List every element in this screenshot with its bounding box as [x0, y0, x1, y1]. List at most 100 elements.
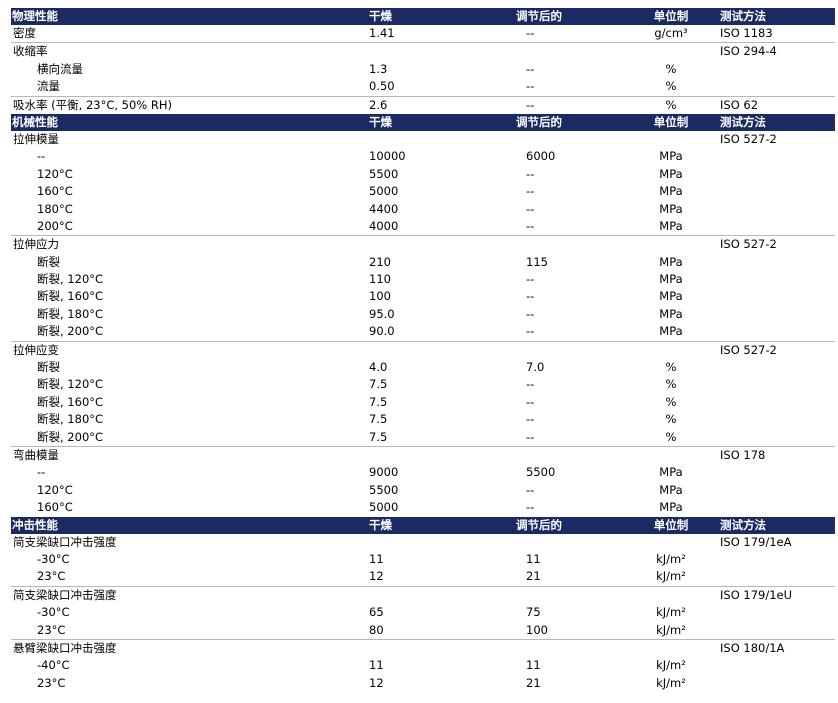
cell-method: ISO 527-2	[720, 131, 777, 146]
cell-cond: --	[526, 377, 535, 392]
table-row: 23°C 80 100 kJ/m²	[11, 622, 835, 639]
cell-cond: 5500	[526, 465, 556, 480]
section-header: 冲击性能 干燥 调节后的 单位制 测试方法	[11, 516, 835, 534]
cell-unit: MPa	[659, 306, 683, 321]
cell-unit: %	[665, 377, 677, 392]
table-row: 160°C 5000 -- MPa	[11, 183, 835, 200]
cell-dry: 1.3	[369, 61, 388, 76]
cell-dry: 90.0	[369, 324, 395, 339]
cell-cond: --	[526, 482, 535, 497]
cell-name: -40°C	[37, 658, 70, 673]
header-unit: 单位制	[653, 9, 689, 23]
cell-name: 200°C	[37, 218, 73, 233]
cell-dry: 12	[369, 569, 384, 584]
cell-cond: --	[526, 166, 535, 181]
cell-dry: 65	[369, 605, 384, 620]
cell-cond: 6000	[526, 149, 556, 164]
cell-unit: kJ/m²	[656, 658, 686, 673]
table-row: 160°C 5000 -- MPa	[11, 499, 835, 516]
cell-cond: --	[526, 79, 535, 94]
cell-dry: 1.41	[369, 26, 395, 40]
header-method: 测试方法	[720, 517, 766, 532]
cell-name: 180°C	[37, 201, 73, 216]
cell-dry: 11	[369, 551, 384, 566]
cell-unit: MPa	[659, 324, 683, 339]
cell-name: 断裂, 160°C	[37, 289, 104, 304]
cell-unit: %	[665, 97, 677, 112]
header-cond: 调节后的	[516, 9, 562, 23]
section-header: 机械性能 干燥 调节后的 单位制 测试方法	[11, 113, 835, 131]
cell-name: -30°C	[37, 551, 70, 566]
cell-unit: kJ/m²	[656, 622, 686, 637]
header-name: 冲击性能	[12, 517, 58, 532]
table-row: 断裂, 160°C 100 -- MPa	[11, 288, 835, 305]
header-method: 测试方法	[720, 114, 766, 129]
cell-unit: %	[665, 79, 677, 94]
cell-method: ISO 527-2	[720, 237, 777, 252]
cell-name: 160°C	[37, 500, 73, 515]
cell-cond: --	[526, 218, 535, 233]
header-dry: 干燥	[369, 517, 392, 532]
cell-name: 拉伸应力	[13, 237, 59, 252]
cell-method: ISO 179/1eA	[720, 534, 792, 549]
cell-method: ISO 179/1eU	[720, 587, 793, 602]
cell-name: 流量	[37, 79, 60, 94]
cell-unit: MPa	[659, 184, 683, 199]
table-row: 断裂, 200°C 90.0 -- MPa	[11, 323, 835, 340]
table-row: -- 10000 6000 MPa	[11, 148, 835, 165]
table-row: 断裂, 200°C 7.5 --%	[11, 429, 835, 446]
cell-method: ISO 527-2	[720, 342, 777, 357]
cell-cond: --	[526, 324, 535, 339]
property-group-row: 吸水率 (平衡, 23°C, 50% RH) 2.6 --% ISO 62	[11, 95, 835, 114]
header-dry: 干燥	[369, 114, 392, 129]
cell-name: 横向流量	[37, 61, 83, 76]
property-table: 物理性能 干燥 调节后的 单位制 测试方法 密度 1.41 -- g/cm³ ISO 1183 收缩…	[11, 8, 835, 692]
table-row: 横向流量 1.3 --%	[11, 61, 835, 78]
property-group-row: 简支梁缺口冲击强度 ISO 179/1eU	[11, 585, 835, 604]
cell-cond: --	[526, 412, 535, 427]
table-row: 断裂, 120°C 110 -- MPa	[11, 271, 835, 288]
cell-dry: 5500	[369, 166, 399, 181]
cell-name: 断裂	[37, 254, 60, 269]
table-row: 120°C 5500 -- MPa	[11, 166, 835, 183]
cell-name: 吸水率 (平衡, 23°C, 50% RH)	[13, 97, 173, 112]
property-group-row: 悬臂梁缺口冲击强度 ISO 180/1A	[11, 638, 835, 657]
cell-cond: 7.0	[526, 360, 545, 375]
table-row: 23°C 12 21 kJ/m²	[11, 568, 835, 585]
header-name: 机械性能	[12, 114, 58, 129]
header-unit: 单位制	[653, 517, 689, 532]
cell-dry: 110	[369, 272, 391, 287]
cell-method: ISO 62	[720, 97, 759, 112]
property-group-row: 拉伸模量 ISO 527-2	[11, 131, 835, 148]
cell-dry: 4.0	[369, 360, 388, 375]
cell-name: 断裂, 200°C	[37, 324, 104, 339]
cell-name: 断裂	[37, 360, 60, 375]
cell-cond: --	[526, 272, 535, 287]
header-method: 测试方法	[720, 9, 766, 23]
cell-unit: kJ/m²	[656, 551, 686, 566]
cell-cond: 11	[526, 658, 541, 673]
cell-name: 断裂, 200°C	[37, 429, 104, 444]
property-group-row: 拉伸应力 ISO 527-2	[11, 235, 835, 253]
cell-name: 拉伸模量	[13, 131, 59, 146]
header-cond: 调节后的	[516, 114, 562, 129]
cell-name: 120°C	[37, 166, 73, 181]
cell-cond: --	[526, 61, 535, 76]
cell-name: 160°C	[37, 184, 73, 199]
cell-name: 弯曲模量	[13, 447, 59, 462]
cell-cond: 11	[526, 551, 541, 566]
cell-unit: %	[665, 429, 677, 444]
cell-unit: %	[665, 61, 677, 76]
table-row: 200°C 4000 -- MPa	[11, 218, 835, 235]
cell-method: ISO 294-4	[720, 44, 777, 59]
table-row: -30°C 65 75 kJ/m²	[11, 604, 835, 621]
cell-name: 断裂, 180°C	[37, 412, 104, 427]
cell-dry: 5000	[369, 500, 399, 515]
cell-dry: 5000	[369, 184, 399, 199]
table-row: 180°C 4400 -- MPa	[11, 201, 835, 218]
header-dry: 干燥	[369, 9, 392, 23]
cell-dry: 4000	[369, 218, 399, 233]
cell-unit: MPa	[659, 272, 683, 287]
cell-dry: 11	[369, 658, 384, 673]
cell-unit: %	[665, 412, 677, 427]
